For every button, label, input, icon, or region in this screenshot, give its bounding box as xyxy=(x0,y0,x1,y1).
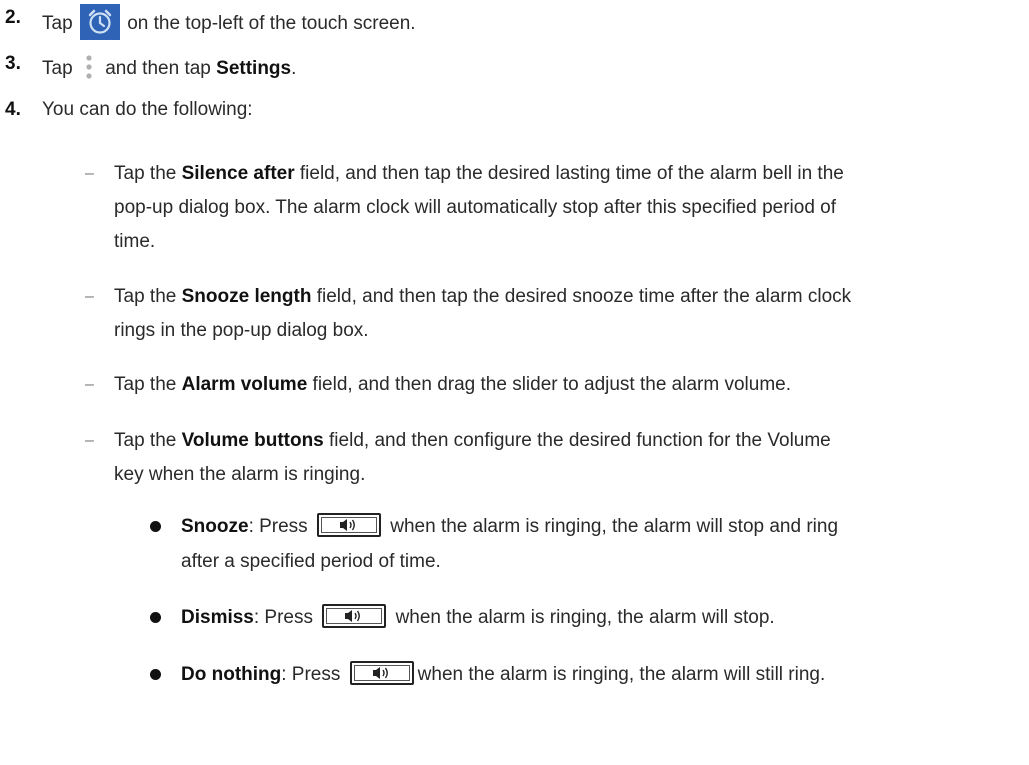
mode-name: Snooze xyxy=(181,516,249,538)
option-text-line: pop-up dialog box. The alarm clock will … xyxy=(114,197,837,218)
dash-marker: – xyxy=(85,432,94,449)
bullet-dismiss: Dismiss: Press when the alarm is ringing… xyxy=(181,604,775,630)
option-text-line: rings in the pop-up dialog box. xyxy=(114,320,369,341)
dash-marker: – xyxy=(85,165,94,182)
mode-name: Dismiss xyxy=(181,607,254,629)
volume-key-icon xyxy=(322,604,387,628)
settings-label: Settings xyxy=(216,58,292,80)
step-text: Tap xyxy=(42,13,73,35)
step-number: 4. xyxy=(5,99,21,120)
field-name: Snooze length xyxy=(181,286,312,307)
field-name: Silence after xyxy=(181,163,295,184)
option-text-line: time. xyxy=(114,231,156,252)
mode-name: Do nothing xyxy=(181,664,282,686)
volume-key-icon xyxy=(349,661,414,685)
step-text: You can do the following: xyxy=(42,99,253,120)
step-text: and then tap xyxy=(105,58,211,80)
alarm-clock-icon xyxy=(79,4,120,40)
dash-marker: – xyxy=(85,376,94,393)
bullet-marker xyxy=(150,521,161,532)
step-number: 2. xyxy=(5,7,21,28)
step-text: on the top-left of the touch screen. xyxy=(127,13,416,35)
bullet-marker xyxy=(150,612,161,623)
step-text: Tap xyxy=(42,58,73,80)
option-text-line: key when the alarm is ringing. xyxy=(114,464,366,485)
step-number: 3. xyxy=(5,53,21,74)
field-name: Volume buttons xyxy=(181,430,324,451)
dash-marker: – xyxy=(85,288,94,305)
bullet-text-line: after a specified period of time. xyxy=(181,551,441,572)
volume-key-icon xyxy=(316,513,381,537)
field-name: Alarm volume xyxy=(181,374,308,395)
bullet-marker xyxy=(150,669,161,680)
more-vertical-icon xyxy=(78,50,100,84)
bullet-snooze: Snooze: Press when the alarm is ringing,… xyxy=(181,513,838,539)
bullet-do-nothing: Do nothing: Press when the alarm is ring… xyxy=(181,661,825,687)
